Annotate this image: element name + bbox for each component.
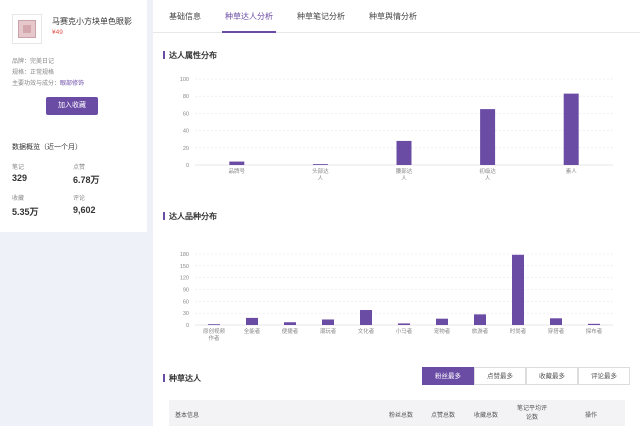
product-thumbnail	[12, 14, 42, 44]
col-likes: 点赞总数	[431, 413, 456, 419]
sort-by-likes-button[interactable]: 点赞最多	[474, 367, 526, 385]
add-favorite-button[interactable]: 加入收藏	[46, 97, 98, 115]
attr-distribution-chart: 0 20 40 60 80 100 品牌号 头部达人 腰部达人 初级达人 素人	[180, 77, 613, 182]
x-tick-label: 探布者	[586, 327, 603, 335]
tab-basic-info[interactable]: 基础信息	[169, 11, 201, 22]
col-fans: 粉丝总数	[389, 413, 414, 419]
likes-label: 点赞	[73, 165, 86, 171]
x-tick-label: 穿搭者	[548, 327, 565, 335]
bar	[512, 254, 524, 325]
brand-value: 完美日记	[30, 59, 55, 65]
comments-label: 评论	[73, 196, 86, 202]
x-tick-label: 腰部达人	[396, 167, 413, 182]
bar	[588, 323, 600, 325]
sort-by-comments-button[interactable]: 评论最多	[578, 367, 630, 385]
x-tick-label: 文化者	[358, 327, 375, 335]
y-tick-label: 40	[183, 129, 189, 135]
col-basic-info: 基本信息	[175, 413, 200, 419]
x-tick-label: 初级达人	[479, 167, 496, 182]
x-tick-label: 便捷者	[282, 327, 299, 335]
function-label: 主要功效与成分：	[12, 81, 61, 87]
x-tick-label: 头部达人	[312, 167, 329, 182]
col-favorites: 收藏总数	[474, 413, 499, 419]
tab-bar: 基础信息 种草达人分析 种草笔记分析 种草舆情分析	[153, 0, 640, 33]
bar	[208, 324, 220, 326]
x-tick-label: 品牌号	[229, 167, 246, 175]
y-tick-label: 100	[180, 77, 189, 83]
product-name: 马赛克小方块单色眼影	[52, 17, 132, 26]
bar	[360, 310, 372, 325]
list-section-title: 种草达人	[163, 374, 201, 383]
bar	[312, 164, 328, 165]
y-tick-label: 20	[183, 146, 189, 152]
kind-distribution-chart: 0 30 60 90 120 150 180 原创视频作者 全能者 便捷者 潮玩者 文化者 小马者 宠物者…	[180, 252, 613, 342]
bar	[246, 317, 258, 325]
product-panel: 马赛克小方块单色眼影 ¥49 品牌：完美日记 规格：正常规格 主要功效与成分：眼…	[0, 0, 147, 232]
y-tick-label: 150	[180, 264, 189, 270]
comments-value: 9,602	[73, 205, 96, 215]
x-tick-label: 宠物者	[434, 327, 451, 335]
y-tick-label: 90	[183, 288, 189, 294]
bar	[396, 140, 412, 165]
x-tick-label: 小马者	[396, 327, 413, 335]
tab-notes-analysis[interactable]: 种草笔记分析	[297, 11, 345, 22]
spec-value: 正常规格	[30, 70, 55, 76]
brand-label: 品牌：	[12, 59, 31, 65]
notes-label: 笔记	[12, 165, 25, 171]
x-tick-label: 潮玩者	[320, 327, 337, 335]
influencer-table-header: 基本信息 粉丝总数 点赞总数 收藏总数 笔记平均评论数 操作	[169, 400, 625, 426]
bar	[436, 318, 448, 325]
favorites-value: 5.35万	[12, 207, 39, 217]
x-tick-label: 素人	[566, 167, 578, 175]
function-row: 主要功效与成分：眼部修饰	[12, 78, 84, 87]
likes-value: 6.78万	[73, 175, 100, 185]
tab-sentiment-analysis[interactable]: 种草舆情分析	[369, 11, 417, 22]
col-actions: 操作	[585, 413, 598, 419]
y-tick-label: 0	[186, 323, 189, 329]
x-tick-label: 旅游者	[472, 327, 489, 335]
bar	[229, 161, 245, 165]
active-tab-indicator	[222, 31, 276, 33]
y-tick-label: 30	[183, 311, 189, 317]
y-tick-label: 80	[183, 94, 189, 100]
bar	[322, 319, 334, 325]
overview-title: 数据概览（近一个月）	[12, 144, 82, 151]
notes-value: 329	[12, 173, 28, 183]
spec-label: 规格：	[12, 70, 31, 76]
col-avg-comments: 笔记平均评论数	[517, 406, 548, 421]
x-tick-label: 全能者	[244, 327, 261, 335]
x-tick-label: 原创视频作者	[203, 327, 226, 342]
analysis-panel: 基础信息 种草达人分析 种草笔记分析 种草舆情分析 达人属性分布 0 20 40 60…	[153, 0, 640, 426]
brand-row: 品牌：完美日记	[12, 56, 54, 65]
y-tick-label: 0	[186, 163, 189, 169]
y-tick-label: 180	[180, 252, 189, 258]
function-value[interactable]: 眼部修饰	[60, 81, 84, 87]
y-tick-label: 60	[183, 111, 189, 117]
bar	[474, 314, 486, 325]
x-tick-label: 时尚者	[510, 327, 527, 335]
sort-by-favorites-button[interactable]: 收藏最多	[526, 367, 578, 385]
bar	[284, 322, 296, 325]
attr-section-title: 达人属性分布	[163, 51, 217, 60]
y-tick-label: 120	[180, 276, 189, 282]
bar	[550, 318, 562, 325]
sort-by-fans-button[interactable]: 粉丝最多	[422, 367, 474, 385]
kind-section-title: 达人品种分布	[163, 212, 217, 221]
favorites-label: 收藏	[12, 196, 25, 202]
spec-row: 规格：正常规格	[12, 67, 54, 76]
bar	[563, 93, 579, 165]
bar	[398, 323, 410, 325]
bar	[480, 109, 496, 165]
product-price: ¥49	[52, 29, 63, 36]
y-tick-label: 60	[183, 299, 189, 305]
tab-influencer-analysis[interactable]: 种草达人分析	[225, 11, 273, 22]
